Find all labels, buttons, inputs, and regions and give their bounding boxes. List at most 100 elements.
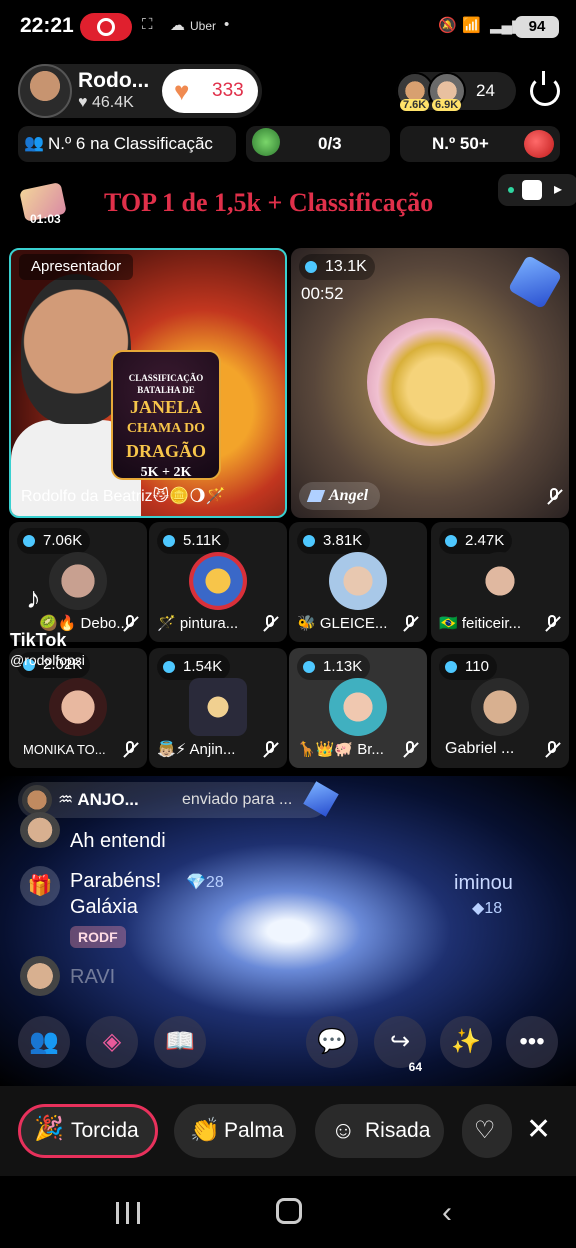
viewer-badge: 6.9K <box>432 99 462 111</box>
dot-icon: • <box>224 16 230 33</box>
reaction-risada[interactable]: ☺ Risada <box>315 1104 444 1158</box>
gift-ranking[interactable]: N.º 50+ <box>400 126 560 162</box>
guest-name: 🪄 pintura... <box>157 615 239 632</box>
poster-line: DRAGÃO <box>126 441 206 461</box>
system-message-right: iminou <box>454 872 513 894</box>
viewer-count-badge: 7.06K <box>17 528 91 554</box>
screen-record-icon[interactable] <box>80 13 132 41</box>
viewer-count-badge: 1.54K <box>157 654 231 680</box>
mic-off-icon <box>543 615 561 633</box>
treasure-box[interactable]: 01:03 <box>18 181 70 230</box>
frog-icon <box>252 128 280 156</box>
more-button[interactable]: ••• <box>506 1016 558 1068</box>
guest-tile[interactable]: 1.13K 🦒👑🐖 Br... <box>289 648 427 768</box>
kiss-icon: ♡ <box>474 1117 496 1144</box>
status-dot <box>508 187 514 193</box>
reaction-palma[interactable]: 👏 Palma <box>174 1104 296 1158</box>
views-value: 2.47K <box>465 532 505 549</box>
viewer-count-badge: 1.13K <box>297 654 371 680</box>
gift-notification[interactable]: ♒ ANJO... enviado para ... <box>18 781 339 818</box>
guest-avatar <box>189 678 247 736</box>
views-value: 3.81K <box>323 532 363 549</box>
mic-off-icon <box>261 741 279 759</box>
poster-line: CHAMA DO <box>126 421 206 436</box>
gem-count-right: ◆18 <box>472 900 503 917</box>
gem-count-value: 28 <box>205 874 224 891</box>
viewers-pill[interactable]: 7.6K 6.9K 24 <box>396 72 516 111</box>
poster-line: BATALHA DE <box>137 385 195 395</box>
views-value: 7.06K <box>43 532 83 549</box>
poster-line: 5K + 2K <box>140 465 192 480</box>
ranking-badge[interactable]: 👥 N.º 6 na Classificaçãc <box>18 126 236 162</box>
guest-avatar <box>471 552 529 610</box>
laugh-icon: ☺ <box>331 1117 356 1144</box>
banner-controls[interactable]: ▸ <box>498 174 576 206</box>
book-button[interactable]: 📖 <box>154 1016 206 1068</box>
watermark-handle: @rodolfopsi <box>10 652 85 668</box>
gift-text: enviado para ... <box>182 791 293 808</box>
guest-timer: 00:52 <box>301 284 344 303</box>
share-button[interactable]: ↪ 64 <box>374 1016 426 1074</box>
host-likes-count: 46.4K <box>91 94 134 111</box>
views-value: 1.54K <box>183 658 223 675</box>
reaction-more[interactable]: ♡ <box>462 1104 512 1158</box>
host-profile-pill[interactable]: Rodo... ♥ 46.4K ♥ 333 <box>18 64 262 118</box>
mic-off-icon <box>121 615 139 633</box>
effects-button[interactable]: ✨ <box>440 1016 492 1068</box>
guest-name: Gabriel ... <box>445 740 515 757</box>
guest-avatar <box>49 678 107 736</box>
guest-avatar <box>367 318 495 446</box>
reaction-label: Risada <box>365 1119 431 1142</box>
viewer-count: 24 <box>476 81 495 100</box>
guest-tile[interactable]: 110 Gabriel ... <box>431 648 569 768</box>
treasure-timer: 01:03 <box>30 212 61 226</box>
chevron-right-icon[interactable]: ▸ <box>554 179 562 199</box>
host-video-tile[interactable]: CLASSIFICAÇÃO BATALHA DE JANELA CHAMA DO… <box>9 248 287 518</box>
host-avatar[interactable] <box>18 64 72 118</box>
screenshot-icon: ⛶ <box>142 16 153 33</box>
heart-icon: ♥ <box>174 76 190 106</box>
views-value: 5.11K <box>183 532 222 549</box>
guest-video-tile[interactable]: 13.1K 00:52 Angel <box>291 248 569 518</box>
mic-off-icon <box>545 488 563 506</box>
box-button[interactable]: ◈ <box>86 1016 138 1068</box>
guest-avatar <box>471 678 529 736</box>
power-icon[interactable] <box>530 71 560 106</box>
comment-button[interactable]: 💬 <box>306 1016 358 1068</box>
home-icon[interactable] <box>522 180 542 200</box>
views-value: 110 <box>465 658 489 675</box>
banner-title: TOP 1 de 1,5k + Classificação <box>104 188 434 217</box>
guest-tile[interactable]: 2.47K 🇧🇷 feiticeir... <box>431 522 569 642</box>
top-viewer-avatar[interactable]: 6.9K <box>428 72 466 111</box>
close-icon[interactable]: ✕ <box>526 1114 551 1146</box>
host-likes: ♥ 46.4K <box>78 94 134 111</box>
system-message-line2: Galáxia <box>70 896 138 918</box>
chat-avatar[interactable] <box>20 956 60 996</box>
host-tile-label: Rodolfo da Beatriz😼🪙🌖🪄 <box>21 488 226 505</box>
viewer-count-badge: 2.47K <box>439 528 513 554</box>
user-badge: RODF <box>70 926 126 948</box>
gem-icon <box>507 254 563 310</box>
tiktok-logo-icon: ♪ <box>26 582 41 615</box>
chat-avatar[interactable] <box>20 812 60 848</box>
follow-button[interactable]: ♥ 333 <box>162 69 258 113</box>
guest-avatar <box>49 552 107 610</box>
challenge-progress[interactable]: 0/3 <box>246 126 390 162</box>
back-button[interactable]: ‹ <box>442 1196 452 1230</box>
sender-name: ♒ ANJO... <box>58 790 139 809</box>
system-message-line1: Parabéns! <box>70 870 162 892</box>
viewer-count-badge: 13.1K <box>299 254 375 280</box>
reaction-torcida[interactable]: 🎉 Torcida <box>18 1104 158 1158</box>
guest-tile[interactable]: 3.81K 🐝 GLEICE... <box>289 522 427 642</box>
guest-avatar <box>189 552 247 610</box>
guest-name: 🐝 GLEICE... <box>297 615 388 632</box>
share-count: 64 <box>408 1060 422 1074</box>
home-button[interactable] <box>276 1198 302 1224</box>
guest-tile[interactable]: 5.11K 🪄 pintura... <box>149 522 287 642</box>
guest-avatar <box>329 678 387 736</box>
progress-value: 0/3 <box>318 134 342 153</box>
guests-button[interactable]: 👥 <box>18 1016 70 1068</box>
guest-tile[interactable]: 1.54K 👼🏼⚡ Anjin... <box>149 648 287 768</box>
mic-off-icon <box>543 741 561 759</box>
recents-button[interactable] <box>116 1202 140 1224</box>
